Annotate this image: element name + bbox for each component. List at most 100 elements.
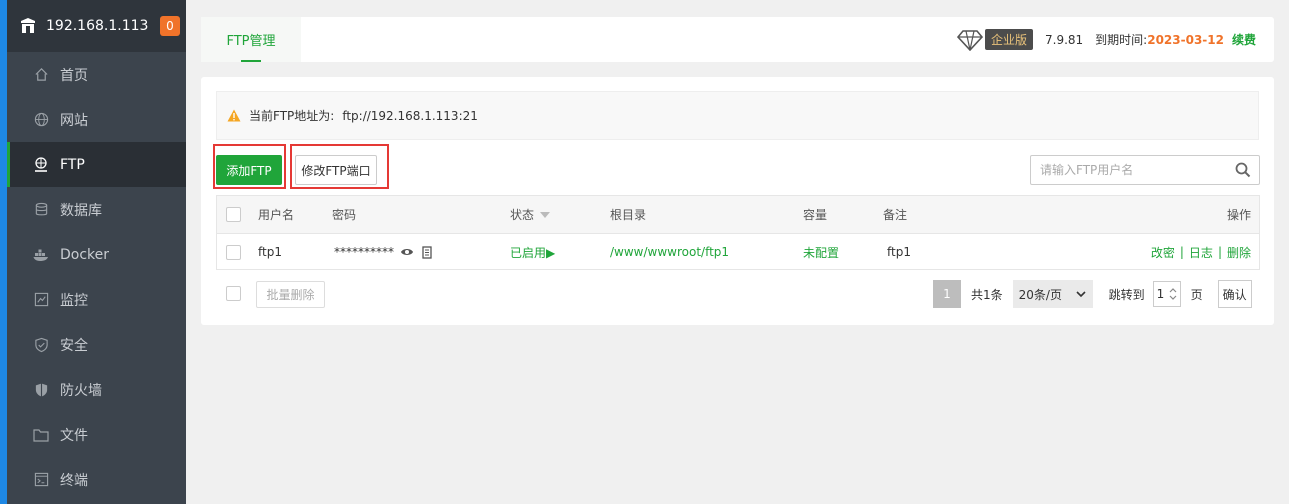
page-size-value: 20条/页	[1018, 287, 1062, 302]
header-root: 根目录	[610, 208, 647, 222]
cell-user: ftp1	[258, 245, 282, 259]
spinner-arrows-icon[interactable]	[1168, 286, 1178, 302]
total-count: 共1条	[971, 287, 1003, 302]
sidebar-item-label: 文件	[60, 427, 88, 444]
tab-underline	[241, 60, 261, 62]
header-quota: 容量	[803, 208, 828, 222]
version-number: 7.9.81	[1045, 32, 1084, 47]
diamond-icon	[956, 29, 983, 51]
sidebar-item-ftp[interactable]: FTP	[7, 142, 186, 187]
tab-ftp-manage[interactable]: FTP管理	[201, 17, 301, 62]
renew-link[interactable]: 续费	[1232, 31, 1256, 48]
notice-label: 当前FTP地址为:	[249, 109, 335, 123]
firewall-shield-icon	[33, 382, 49, 398]
sidebar-item-docker[interactable]: Docker	[7, 232, 186, 277]
page-size-select[interactable]: 20条/页	[1012, 280, 1093, 308]
delete-link[interactable]: 删除	[1227, 244, 1251, 261]
docker-icon	[33, 247, 49, 263]
header-ops: 操作	[1226, 208, 1251, 222]
search-input[interactable]	[1031, 156, 1221, 184]
row-select-cell	[226, 234, 241, 270]
sidebar-item-label: 防火墙	[60, 382, 102, 399]
sidebar-item-label: Docker	[60, 246, 110, 263]
cell-note[interactable]: ftp1	[887, 234, 911, 270]
eye-icon[interactable]	[400, 245, 414, 259]
change-ftp-port-button[interactable]: 修改FTP端口	[295, 155, 377, 185]
notification-badge[interactable]: 0	[160, 16, 180, 36]
password-mask: **********	[334, 245, 394, 259]
globe-icon	[33, 112, 49, 128]
sidebar-item-files[interactable]: 文件	[7, 412, 186, 457]
warning-icon	[227, 109, 241, 122]
terminal-icon	[33, 472, 49, 488]
table-header: 用户名 密码 状态 根目录 容量 备注 操作	[217, 196, 1259, 234]
add-ftp-button[interactable]: 添加FTP	[216, 155, 282, 185]
change-password-link[interactable]: 改密	[1151, 244, 1175, 261]
expire-label: 到期时间:	[1095, 33, 1148, 47]
ftp-address: ftp://192.168.1.113:21	[342, 108, 478, 123]
sidebar-item-label: 网站	[60, 112, 88, 129]
header-status-label: 状态	[510, 208, 535, 222]
sidebar-item-security[interactable]: 安全	[7, 322, 186, 367]
jump-page-input[interactable]: 1	[1152, 281, 1181, 307]
batch-select-checkbox[interactable]	[226, 286, 241, 301]
sidebar-header: 192.168.1.113 0	[7, 0, 186, 52]
ftp-address-notice: 当前FTP地址为: ftp://192.168.1.113:21	[216, 91, 1259, 140]
jump-label: 跳转到	[1108, 287, 1145, 302]
expire-date: 2023-03-12	[1147, 32, 1224, 47]
copy-icon[interactable]	[420, 245, 434, 259]
window-edge	[0, 0, 7, 504]
shield-check-icon	[33, 337, 49, 353]
edition-badge: 企业版	[984, 29, 1033, 50]
sidebar-item-label: 首页	[60, 67, 88, 84]
bt-logo-icon	[21, 18, 35, 33]
sidebar-item-monitor[interactable]: 监控	[7, 277, 186, 322]
sidebar-item-label: 安全	[60, 337, 88, 354]
monitor-icon	[33, 292, 49, 308]
sidebar-item-label: 终端	[60, 472, 88, 489]
cell-root-link[interactable]: /www/wwwroot/ftp1	[610, 234, 729, 270]
sidebar-item-label: 数据库	[60, 202, 102, 219]
sidebar-item-website[interactable]: 网站	[7, 97, 186, 142]
page-unit: 页	[1190, 287, 1203, 302]
sidebar-item-database[interactable]: 数据库	[7, 187, 186, 232]
ftp-table: 用户名 密码 状态 根目录 容量 备注 操作 ftp1 ********** 已…	[216, 195, 1260, 270]
pagination: 1 共1条 20条/页 跳转到 1 页 确认	[933, 280, 1252, 308]
tab-label: FTP管理	[226, 34, 276, 49]
license-info: 企业版 7.9.81 到期时间: 2023-03-12 续费	[956, 17, 1256, 62]
cell-status[interactable]: 已启用▶	[510, 234, 555, 270]
header-user: 用户名	[258, 208, 295, 222]
search-icon[interactable]	[1235, 162, 1251, 178]
table-row: ftp1 ********** 已启用▶ /www/wwwroot/ftp1 未…	[217, 234, 1259, 270]
batch-delete-button[interactable]: 批量删除	[256, 281, 325, 308]
select-all-checkbox[interactable]	[226, 207, 241, 222]
ftp-icon	[33, 156, 49, 173]
sidebar-item-label: 监控	[60, 292, 88, 309]
sidebar-item-home[interactable]: 首页	[7, 52, 186, 97]
home-icon	[33, 67, 49, 83]
header-password: 密码	[332, 208, 357, 222]
top-bar: FTP管理 企业版 7.9.81 到期时间: 2023-03-12 续费	[201, 17, 1274, 62]
folder-icon	[33, 427, 49, 443]
ftp-panel: 当前FTP地址为: ftp://192.168.1.113:21 添加FTP 修…	[201, 77, 1274, 325]
sidebar-item-terminal[interactable]: 终端	[7, 457, 186, 502]
cell-ops: 改密 | 日志 | 删除	[1151, 234, 1251, 270]
database-icon	[33, 202, 49, 218]
separator: |	[1217, 245, 1222, 259]
row-checkbox[interactable]	[226, 244, 241, 260]
separator: |	[1179, 245, 1184, 259]
header-status[interactable]: 状态	[510, 196, 551, 233]
jump-page-value: 1	[1156, 287, 1165, 301]
jump-confirm-button[interactable]: 确认	[1217, 280, 1252, 308]
search-box	[1030, 155, 1260, 185]
log-link[interactable]: 日志	[1189, 244, 1213, 261]
sidebar-item-firewall[interactable]: 防火墙	[7, 367, 186, 412]
page-current[interactable]: 1	[933, 280, 961, 308]
select-all-cell	[226, 196, 241, 233]
sidebar-item-label: FTP	[60, 156, 85, 173]
cell-password: **********	[334, 234, 434, 270]
sort-down-icon	[540, 211, 551, 218]
header-note: 备注	[883, 208, 908, 222]
cell-quota[interactable]: 未配置	[803, 234, 839, 270]
server-ip: 192.168.1.113	[46, 18, 149, 34]
